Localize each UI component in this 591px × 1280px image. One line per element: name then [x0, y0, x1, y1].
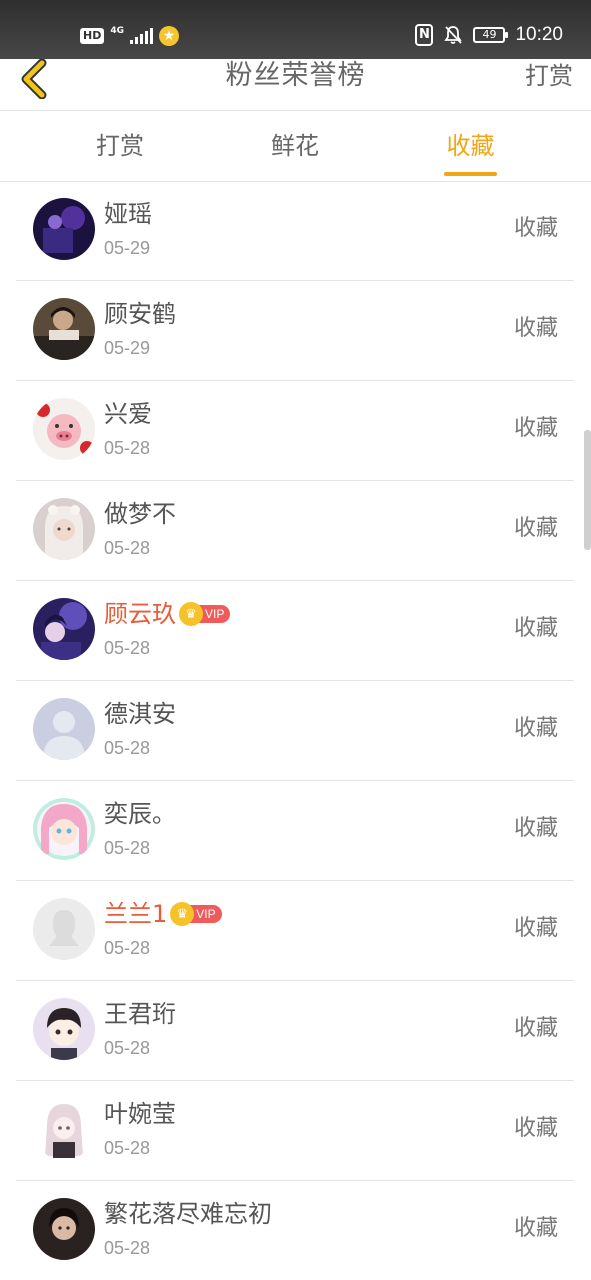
- avatar: [33, 498, 95, 560]
- date: 05-29: [104, 238, 151, 258]
- tab-label: 打赏: [96, 132, 144, 160]
- fan-list: 娅瑶 05-29 收藏 顾安鹤 05-29 收藏 兴爱 05-28 收藏 做梦不…: [16, 181, 574, 1280]
- status-right-group: N 49 10:20: [415, 24, 563, 46]
- date: 05-28: [104, 638, 151, 658]
- list-item[interactable]: 娅瑶 05-29 收藏: [16, 181, 574, 281]
- list-item[interactable]: 兰兰1 ♛ VIP 05-28 收藏: [16, 881, 574, 981]
- name-line: 奕辰。: [104, 798, 176, 830]
- favorite-label: 收藏: [513, 616, 558, 641]
- date: 05-29: [104, 338, 151, 358]
- list-item[interactable]: 王君珩 05-28 收藏: [16, 981, 574, 1081]
- date: 05-28: [104, 438, 151, 458]
- favorite-label: 收藏: [513, 316, 558, 341]
- crown-icon: ♛: [179, 602, 203, 626]
- user-name: 顾云玖: [104, 600, 176, 628]
- tab-flowers[interactable]: 鲜花: [269, 111, 321, 181]
- date: 05-28: [104, 1238, 151, 1258]
- vip-badge: ♛ VIP: [179, 602, 231, 626]
- list-item[interactable]: 兴爱 05-28 收藏: [16, 381, 574, 481]
- date: 05-28: [104, 738, 151, 758]
- favorite-label: 收藏: [513, 816, 558, 841]
- favorite-label: 收藏: [513, 916, 558, 941]
- battery-icon: 49: [473, 27, 509, 43]
- tab-label: 鲜花: [271, 132, 319, 160]
- name-line: 娅瑶: [104, 198, 152, 230]
- tab-label: 收藏: [446, 132, 495, 160]
- avatar: [33, 198, 95, 260]
- star-icon: ★: [159, 26, 179, 46]
- list-item[interactable]: 顾安鹤 05-29 收藏: [16, 281, 574, 381]
- user-name: 顾安鹤: [104, 300, 176, 328]
- user-name: 奕辰。: [104, 800, 176, 828]
- favorite-label: 收藏: [513, 1116, 558, 1141]
- avatar: [33, 698, 95, 760]
- user-name: 德淇安: [104, 700, 176, 728]
- user-name: 娅瑶: [104, 200, 152, 228]
- vip-badge: ♛ VIP: [170, 902, 222, 926]
- avatar: [33, 898, 95, 960]
- name-line: 顾云玖 ♛ VIP: [104, 598, 231, 630]
- clock: 10:20: [515, 24, 563, 45]
- reward-button[interactable]: 打赏: [525, 59, 573, 93]
- avatar: [33, 398, 95, 460]
- bell-muted-icon: [443, 25, 463, 45]
- avatar: [33, 798, 95, 860]
- date: 05-28: [104, 838, 151, 858]
- list-item[interactable]: 奕辰。 05-28 收藏: [16, 781, 574, 881]
- avatar: [33, 298, 95, 360]
- name-line: 叶婉莹: [104, 1098, 176, 1130]
- favorite-label: 收藏: [513, 716, 558, 741]
- list-item[interactable]: 德淇安 05-28 收藏: [16, 681, 574, 781]
- user-name: 繁花落尽难忘初: [104, 1200, 272, 1228]
- date: 05-28: [104, 538, 151, 558]
- user-name: 叶婉莹: [104, 1100, 176, 1128]
- tab-bar: 打赏 鲜花 收藏: [0, 111, 591, 182]
- hd-icon: HD: [80, 28, 105, 44]
- name-line: 王君珩: [104, 998, 176, 1030]
- favorite-label: 收藏: [513, 1216, 558, 1241]
- user-name: 做梦不: [104, 500, 176, 528]
- signal-icon: [130, 28, 153, 44]
- status-left-group: HD 4G ★: [80, 26, 179, 46]
- avatar: [33, 1098, 95, 1160]
- tab-favorites[interactable]: 收藏: [444, 111, 497, 181]
- status-bar: HD 4G ★ N 49 10:20: [0, 0, 591, 59]
- name-line: 兴爱: [104, 398, 152, 430]
- name-line: 德淇安: [104, 698, 176, 730]
- date: 05-28: [104, 938, 151, 958]
- list-item[interactable]: 顾云玖 ♛ VIP 05-28 收藏: [16, 581, 574, 681]
- tab-reward[interactable]: 打赏: [94, 111, 146, 181]
- user-name: 兴爱: [104, 400, 152, 428]
- tab-active-indicator: [444, 172, 497, 176]
- favorite-label: 收藏: [513, 416, 558, 441]
- network-type-label: 4G: [110, 25, 124, 36]
- page-title: 粉丝荣誉榜: [225, 60, 366, 91]
- list-item[interactable]: 繁花落尽难忘初 05-28 收藏: [16, 1181, 574, 1280]
- user-name: 王君珩: [104, 1000, 176, 1028]
- date: 05-28: [104, 1038, 151, 1058]
- name-line: 做梦不: [104, 498, 176, 530]
- scrollbar[interactable]: [584, 430, 591, 550]
- list-item[interactable]: 做梦不 05-28 收藏: [16, 481, 574, 581]
- nfc-icon: N: [415, 24, 434, 46]
- nav-bar: 粉丝荣誉榜 打赏: [0, 59, 591, 111]
- avatar: [33, 1198, 95, 1260]
- favorite-label: 收藏: [513, 216, 558, 241]
- avatar: [33, 598, 95, 660]
- favorite-label: 收藏: [513, 1016, 558, 1041]
- favorite-label: 收藏: [513, 516, 558, 541]
- name-line: 顾安鹤: [104, 298, 176, 330]
- list-item[interactable]: 叶婉莹 05-28 收藏: [16, 1081, 574, 1181]
- user-name: 兰兰1: [104, 900, 168, 928]
- name-line: 兰兰1 ♛ VIP: [104, 898, 222, 930]
- name-line: 繁花落尽难忘初: [104, 1198, 272, 1230]
- avatar: [33, 998, 95, 1060]
- date: 05-28: [104, 1138, 151, 1158]
